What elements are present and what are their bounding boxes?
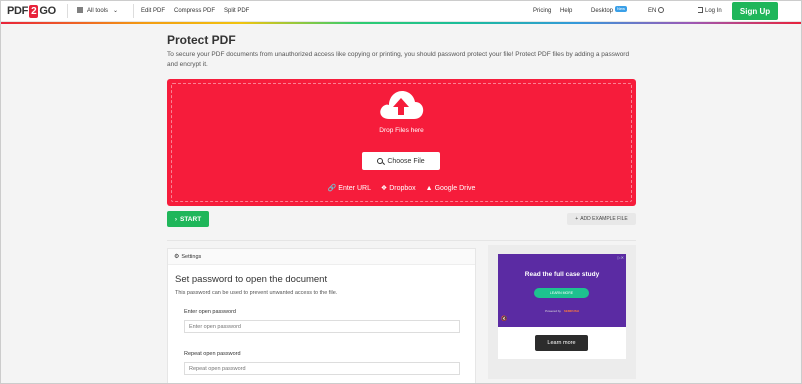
nav-link-desktop[interactable]: Desktop New (591, 6, 628, 16)
ad-powered-label: Powered by (545, 309, 561, 313)
ad-powered-by: Powered by SEMRUSH (498, 309, 626, 313)
repeat-password-input[interactable] (184, 362, 460, 375)
nav-link-pricing[interactable]: Pricing (533, 6, 551, 16)
all-tools-label: All tools (87, 8, 109, 14)
open-password-label: Enter open password (184, 309, 236, 315)
logo-pdf-text: PDF (7, 5, 29, 17)
start-label: START (179, 215, 202, 223)
settings-subtitle: This password can be used to prevent unw… (175, 290, 338, 296)
repeat-password-label: Repeat open password (184, 351, 241, 357)
ad-card[interactable]: ▷✕ Read the full case study LEARN MORE P… (498, 254, 626, 359)
nav-link-help[interactable]: Help (560, 6, 572, 16)
advertisement: ▷✕ Read the full case study LEARN MORE P… (488, 245, 636, 379)
enter-url-label: Enter URL (338, 185, 371, 192)
all-tools-menu[interactable]: All tools ⌄ (77, 6, 118, 16)
language-label: EN (648, 8, 657, 14)
mute-icon[interactable]: 🔇 (501, 316, 507, 322)
choose-file-label: Choose File (387, 157, 425, 165)
logo-go-text: GO (39, 5, 56, 17)
start-button[interactable]: › START (167, 211, 209, 227)
dropbox-link[interactable]: ❖ Dropbox (381, 185, 416, 192)
google-drive-link[interactable]: ▲ Google Drive (426, 185, 476, 192)
google-drive-label: Google Drive (434, 185, 476, 192)
ad-title: Read the full case study (524, 271, 600, 278)
link-icon: 🔗 (327, 185, 337, 192)
nav-link-edit-pdf[interactable]: Edit PDF (141, 6, 165, 16)
logo-two-text: 2 (29, 4, 39, 18)
cloud-upload-icon (380, 91, 424, 119)
rainbow-stripe (0, 22, 802, 24)
add-example-label: ADD EXAMPLE FILE (580, 216, 628, 222)
search-icon (377, 158, 384, 164)
enter-url-link[interactable]: 🔗 Enter URL (328, 185, 371, 192)
desktop-label: Desktop (591, 8, 614, 14)
add-example-file-button[interactable]: + ADD EXAMPLE FILE (567, 213, 636, 225)
choose-file-button[interactable]: Choose File (362, 152, 440, 170)
chevron-down-icon: ⌄ (113, 8, 119, 14)
pdf2go-logo[interactable]: PDF 2 GO (7, 4, 56, 18)
ad-brand: SEMRUSH (563, 309, 579, 313)
login-label: Log In (705, 8, 722, 14)
drop-files-text: Drop Files here (379, 127, 424, 134)
settings-header-label: Settings (181, 253, 202, 260)
signup-button[interactable]: Sign Up (732, 2, 778, 20)
ad-choices-icon[interactable]: ▷✕ (618, 255, 624, 260)
grid-icon (77, 7, 83, 14)
page-title: Protect PDF (167, 33, 236, 47)
file-dropzone[interactable]: Drop Files here Choose File 🔗 Enter URL ❖… (167, 79, 636, 206)
settings-panel: ⚙ Settings Set password to open the docum… (167, 248, 476, 384)
google-drive-icon: ▲ (425, 185, 433, 192)
upload-sources: 🔗 Enter URL ❖ Dropbox ▲ Google Drive (167, 184, 636, 192)
open-password-input[interactable] (184, 320, 460, 333)
header-divider (67, 4, 68, 18)
dropbox-label: Dropbox (389, 185, 416, 192)
header-divider (133, 4, 134, 18)
settings-title: Set password to open the document (175, 274, 328, 285)
chevron-right-icon: › (174, 215, 177, 223)
plus-icon: + (575, 216, 579, 222)
nav-link-compress-pdf[interactable]: Compress PDF (174, 6, 215, 16)
section-divider (167, 240, 636, 241)
login-icon (698, 7, 703, 14)
gear-icon: ⚙ (174, 254, 180, 260)
nav-link-split-pdf[interactable]: Split PDF (224, 6, 249, 16)
globe-icon (658, 7, 665, 14)
ad-banner[interactable]: ▷✕ Read the full case study LEARN MORE P… (498, 254, 626, 327)
settings-header: ⚙ Settings (168, 249, 475, 265)
ad-learn-more-button[interactable]: LEARN MORE (534, 288, 589, 298)
new-badge: New (615, 6, 628, 12)
language-selector[interactable]: EN (648, 6, 665, 16)
ad-learn-more-cta[interactable]: Learn more (535, 335, 588, 351)
dropbox-icon: ❖ (380, 185, 388, 192)
login-link[interactable]: Log In (698, 6, 722, 16)
top-header: PDF 2 GO All tools ⌄ Edit PDF Compress PDF … (0, 0, 802, 22)
page-description: To secure your PDF documents from unauth… (167, 51, 630, 68)
